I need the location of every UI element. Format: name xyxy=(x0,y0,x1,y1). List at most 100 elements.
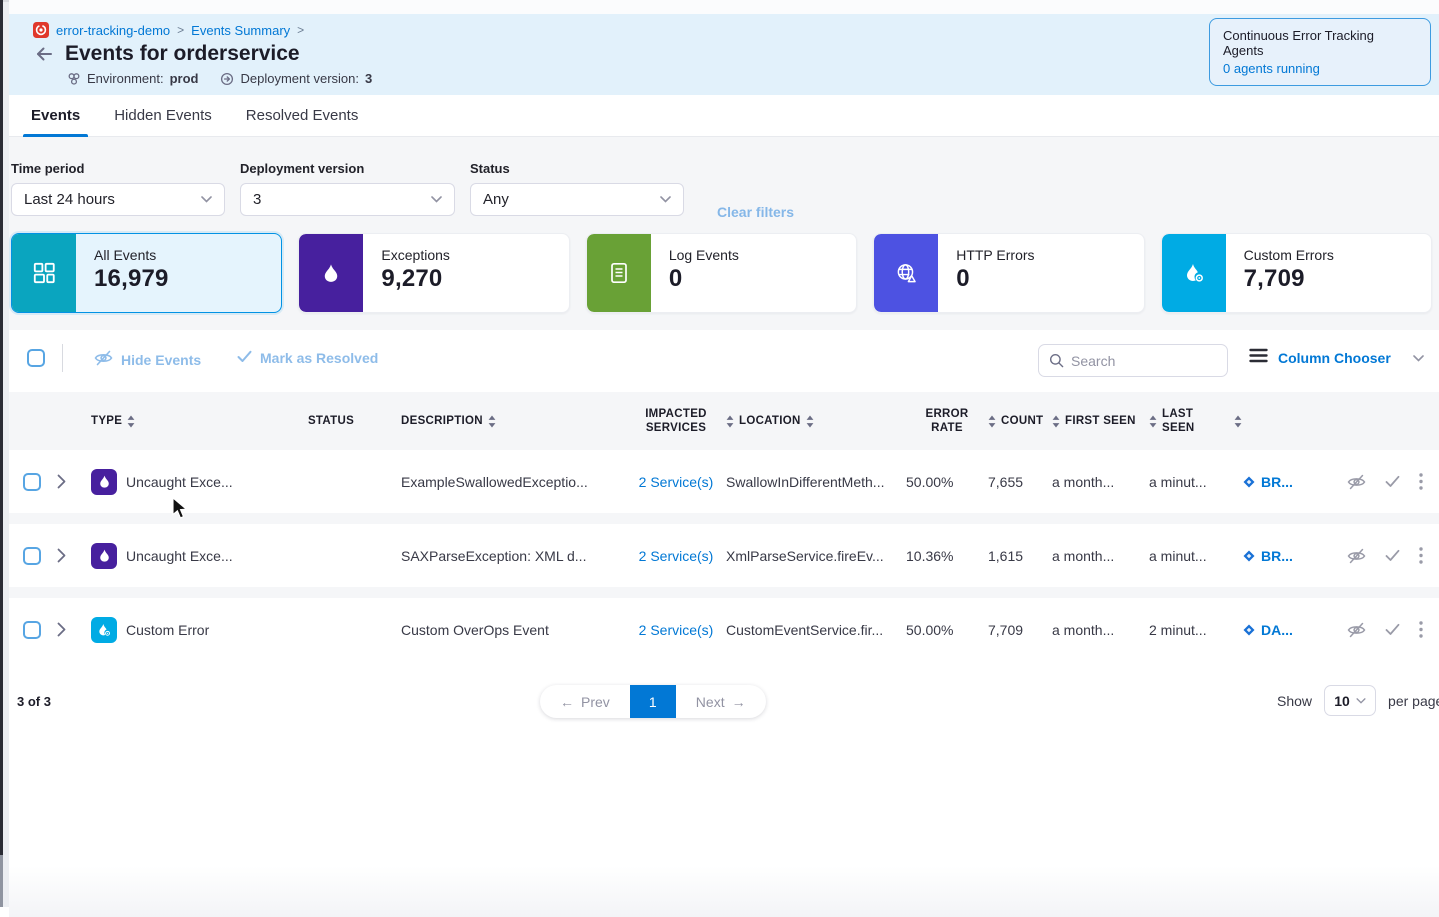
column-header-count[interactable]: COUNT xyxy=(988,414,1052,428)
sort-icon[interactable] xyxy=(1234,415,1242,428)
table-header-row: TYPE STATUS DESCRIPTION IMPACTED SERVICE… xyxy=(9,392,1439,450)
kebab-menu-icon[interactable] xyxy=(1419,547,1423,564)
resolve-row-icon[interactable] xyxy=(1385,623,1400,636)
row-checkbox[interactable] xyxy=(23,547,41,565)
agents-status-box: Continuous Error Tracking Agents 0 agent… xyxy=(1209,18,1431,86)
hide-events-label: Hide Events xyxy=(121,352,201,368)
breadcrumb-project-link[interactable]: error-tracking-demo xyxy=(56,23,170,38)
kebab-menu-icon[interactable] xyxy=(1419,621,1423,638)
tab-bar: Events Hidden Events Resolved Events xyxy=(9,95,1439,137)
time-period-select[interactable]: Last 24 hours xyxy=(11,183,225,216)
error-rate-cell: 50.00% xyxy=(906,622,988,638)
hide-events-button[interactable]: Hide Events xyxy=(94,350,201,369)
column-header-impacted-services[interactable]: IMPACTED SERVICES xyxy=(626,407,726,436)
column-header-location[interactable]: LOCATION xyxy=(726,414,906,428)
impacted-services-link[interactable]: 2 Service(s) xyxy=(639,474,714,490)
breadcrumb-section-link[interactable]: Events Summary xyxy=(191,23,290,38)
tab-resolved-events[interactable]: Resolved Events xyxy=(242,95,363,137)
card-log-events[interactable]: Log Events 0 xyxy=(586,233,857,313)
card-value: 0 xyxy=(669,265,739,293)
card-label: Log Events xyxy=(669,247,739,263)
assignee-link[interactable]: BR... xyxy=(1242,474,1293,490)
prev-page-button[interactable]: ←Prev xyxy=(540,685,630,718)
assignee-link[interactable]: DA... xyxy=(1242,622,1293,638)
location-cell: CustomEventService.fir... xyxy=(726,622,906,638)
row-checkbox[interactable] xyxy=(23,473,41,491)
column-chooser[interactable]: Column Chooser xyxy=(1249,348,1424,368)
search-input[interactable] xyxy=(1071,353,1217,369)
page-1-button[interactable]: 1 xyxy=(630,685,676,718)
card-label: HTTP Errors xyxy=(956,247,1034,263)
page-header: error-tracking-demo > Events Summary > E… xyxy=(9,14,1439,95)
row-count-summary: 3 of 3 xyxy=(17,694,51,709)
status-select[interactable]: Any xyxy=(470,183,684,216)
pager: ←Prev 1 Next→ xyxy=(540,685,766,718)
stat-cards: All Events 16,979 Exceptions 9,270 Log xyxy=(11,233,1432,313)
column-header-last-seen[interactable]: LAST SEEN xyxy=(1149,407,1242,436)
column-header-first-seen[interactable]: FIRST SEEN xyxy=(1052,414,1149,428)
deployment-version-select[interactable]: 3 xyxy=(240,183,455,216)
mark-resolved-button[interactable]: Mark as Resolved xyxy=(237,350,378,366)
next-page-button[interactable]: Next→ xyxy=(676,685,766,718)
count-cell: 7,709 xyxy=(988,622,1052,638)
tab-events[interactable]: Events xyxy=(27,95,84,137)
sort-icon[interactable] xyxy=(127,415,135,428)
page-size-select[interactable]: 10 xyxy=(1324,685,1376,716)
expand-chevron-icon[interactable] xyxy=(57,474,66,489)
column-header-type[interactable]: TYPE xyxy=(91,414,261,428)
arrow-left-icon: ← xyxy=(560,694,574,710)
expand-chevron-icon[interactable] xyxy=(57,548,66,563)
sort-icon[interactable] xyxy=(1052,415,1060,428)
sort-icon[interactable] xyxy=(488,415,496,428)
sort-icon[interactable] xyxy=(726,415,734,428)
expand-chevron-icon[interactable] xyxy=(57,622,66,637)
table-row[interactable]: Uncaught Exce... SAXParseException: XML … xyxy=(9,524,1439,587)
table-row[interactable]: Custom Error Custom OverOps Event 2 Serv… xyxy=(9,598,1439,661)
resolve-row-icon[interactable] xyxy=(1385,549,1400,562)
card-value: 16,979 xyxy=(94,265,169,293)
first-seen-cell: a month... xyxy=(1052,548,1149,564)
impacted-services-link[interactable]: 2 Service(s) xyxy=(639,622,714,638)
count-cell: 1,615 xyxy=(988,548,1052,564)
card-all-events[interactable]: All Events 16,979 xyxy=(11,233,282,313)
table-row[interactable]: Uncaught Exce... ExampleSwallowedExcepti… xyxy=(9,450,1439,513)
page-size-control: Show 10 per page xyxy=(1277,685,1439,716)
select-all-checkbox[interactable] xyxy=(27,349,45,367)
diamond-icon xyxy=(1242,623,1256,637)
column-header-error-rate[interactable]: ERROR RATE xyxy=(906,407,988,436)
tab-hidden-events[interactable]: Hidden Events xyxy=(110,95,216,137)
environment-icon xyxy=(67,72,81,86)
assignee-link[interactable]: BR... xyxy=(1242,548,1293,564)
top-strip xyxy=(9,0,1439,14)
clear-filters-button[interactable]: Clear filters xyxy=(717,204,794,220)
agents-running-link[interactable]: 0 agents running xyxy=(1223,61,1417,76)
error-rate-cell: 50.00% xyxy=(906,474,988,490)
chevron-down-icon xyxy=(201,196,212,203)
deployment-meta: Deployment version: 3 xyxy=(220,71,372,86)
card-value: 9,270 xyxy=(381,265,449,293)
resolve-row-icon[interactable] xyxy=(1385,475,1400,488)
sort-icon[interactable] xyxy=(806,415,814,428)
kebab-menu-icon[interactable] xyxy=(1419,473,1423,490)
column-header-status[interactable]: STATUS xyxy=(261,414,401,428)
card-http-errors[interactable]: HTTP Errors 0 xyxy=(873,233,1144,313)
sort-icon[interactable] xyxy=(988,415,996,428)
count-cell: 7,655 xyxy=(988,474,1052,490)
sort-icon[interactable] xyxy=(1149,415,1157,428)
card-custom-errors[interactable]: Custom Errors 7,709 xyxy=(1161,233,1432,313)
first-seen-cell: a month... xyxy=(1052,474,1149,490)
chevron-down-icon xyxy=(660,196,671,203)
arrow-right-icon: → xyxy=(732,694,746,710)
custom-error-icon xyxy=(91,617,117,643)
hide-row-icon[interactable] xyxy=(1347,474,1366,490)
hide-row-icon[interactable] xyxy=(1347,622,1366,638)
back-arrow-icon[interactable] xyxy=(33,43,55,65)
hide-row-icon[interactable] xyxy=(1347,548,1366,564)
column-header-description[interactable]: DESCRIPTION xyxy=(401,414,626,428)
impacted-services-link[interactable]: 2 Service(s) xyxy=(639,548,714,564)
card-exceptions[interactable]: Exceptions 9,270 xyxy=(298,233,569,313)
description-cell: ExampleSwallowedExceptio... xyxy=(401,474,626,490)
card-label: Custom Errors xyxy=(1244,247,1334,263)
search-box xyxy=(1038,344,1228,377)
row-checkbox[interactable] xyxy=(23,621,41,639)
